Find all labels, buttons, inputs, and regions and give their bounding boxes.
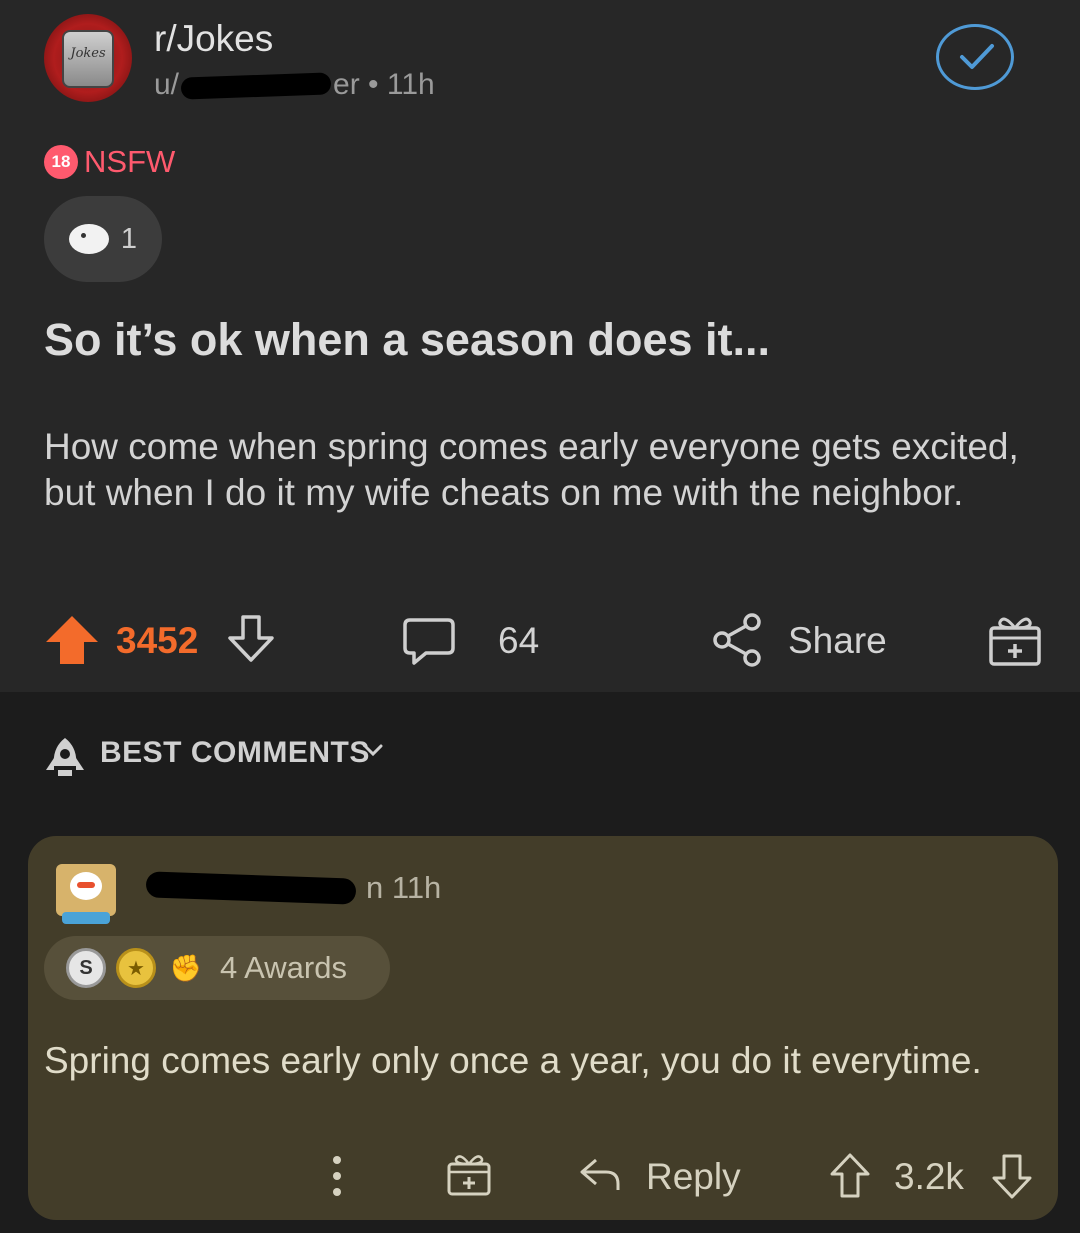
redacted-username <box>145 871 357 905</box>
commenter-avatar[interactable] <box>52 850 122 924</box>
subreddit-name[interactable]: r/Jokes <box>154 18 273 60</box>
share-icon <box>713 613 761 667</box>
redacted-username <box>180 72 332 100</box>
comment-time: 11h <box>391 870 442 905</box>
comment-card: n 11h S ★ ✊ 4 Awards Spring comes early … <box>28 836 1058 1220</box>
comment-sort-bar[interactable]: BEST COMMENTS <box>0 692 1080 824</box>
comment-actions: Reply 3.2k <box>28 1146 1058 1206</box>
user-suffix: n <box>366 870 384 905</box>
mod-check-button[interactable] <box>936 24 1014 90</box>
comments-button[interactable] <box>402 616 456 666</box>
post-award-pill[interactable]: 1 <box>44 196 162 282</box>
post-score: 3452 <box>116 620 199 661</box>
award-icon <box>68 224 109 254</box>
comment-count: 64 <box>498 620 540 661</box>
downvote-arrow-icon <box>228 615 274 662</box>
comment-body: Spring comes early only once a year, you… <box>44 1040 982 1081</box>
upvote-arrow-icon <box>46 616 98 664</box>
share-icon-button[interactable] <box>712 612 764 668</box>
subreddit-logo[interactable]: Jokes <box>44 14 132 102</box>
gold-award-icon: ★ <box>116 948 156 988</box>
awards-label: 4 Awards <box>220 950 347 985</box>
gift-icon <box>989 617 1041 666</box>
nsfw-badge: 18 <box>44 145 78 179</box>
downvote-arrow-icon[interactable] <box>990 1152 1034 1200</box>
comment-score: 3.2k <box>894 1156 964 1197</box>
comment-author-line[interactable]: n 11h <box>145 870 442 906</box>
user-prefix: u/ <box>154 68 180 101</box>
rocket-icon <box>46 738 84 776</box>
share-button[interactable]: Share <box>788 620 887 662</box>
comment-awards-pill[interactable]: S ★ ✊ 4 Awards <box>44 936 390 1000</box>
jar-icon: Jokes <box>62 30 114 88</box>
upvote-arrow-icon[interactable] <box>828 1152 872 1200</box>
post-body: How come when spring comes early everyon… <box>44 426 1019 513</box>
helpful-award-icon: ✊ <box>169 952 203 983</box>
chevron-down-icon <box>363 744 383 757</box>
more-icon[interactable] <box>328 1154 346 1198</box>
post-card: Jokes r/Jokes u/er • 11h 18 NSFW 1 So it… <box>0 0 1080 692</box>
nsfw-label: NSFW <box>84 144 176 179</box>
give-award-button[interactable] <box>988 612 1042 668</box>
comment-bubble-icon <box>403 618 455 665</box>
nsfw-tag: 18 NSFW <box>44 144 175 180</box>
post-author-line[interactable]: u/er • 11h <box>154 68 435 102</box>
gift-icon[interactable] <box>446 1150 492 1198</box>
award-count: 1 <box>120 222 138 255</box>
silver-award-icon: S <box>66 948 106 988</box>
check-icon <box>960 44 994 69</box>
post-title: So it’s ok when a season does it... <box>44 314 771 365</box>
reply-arrow-icon[interactable] <box>578 1154 622 1194</box>
reply-button[interactable]: Reply <box>646 1156 741 1198</box>
post-time: • 11h <box>359 68 435 101</box>
sort-label: BEST COMMENTS <box>100 736 370 769</box>
post-actions: 3452 64 Share <box>0 606 1080 676</box>
upvote-button[interactable] <box>44 614 100 666</box>
subreddit-logo-text: Jokes <box>70 46 106 61</box>
downvote-button[interactable] <box>226 614 276 664</box>
user-suffix: er <box>333 68 360 101</box>
